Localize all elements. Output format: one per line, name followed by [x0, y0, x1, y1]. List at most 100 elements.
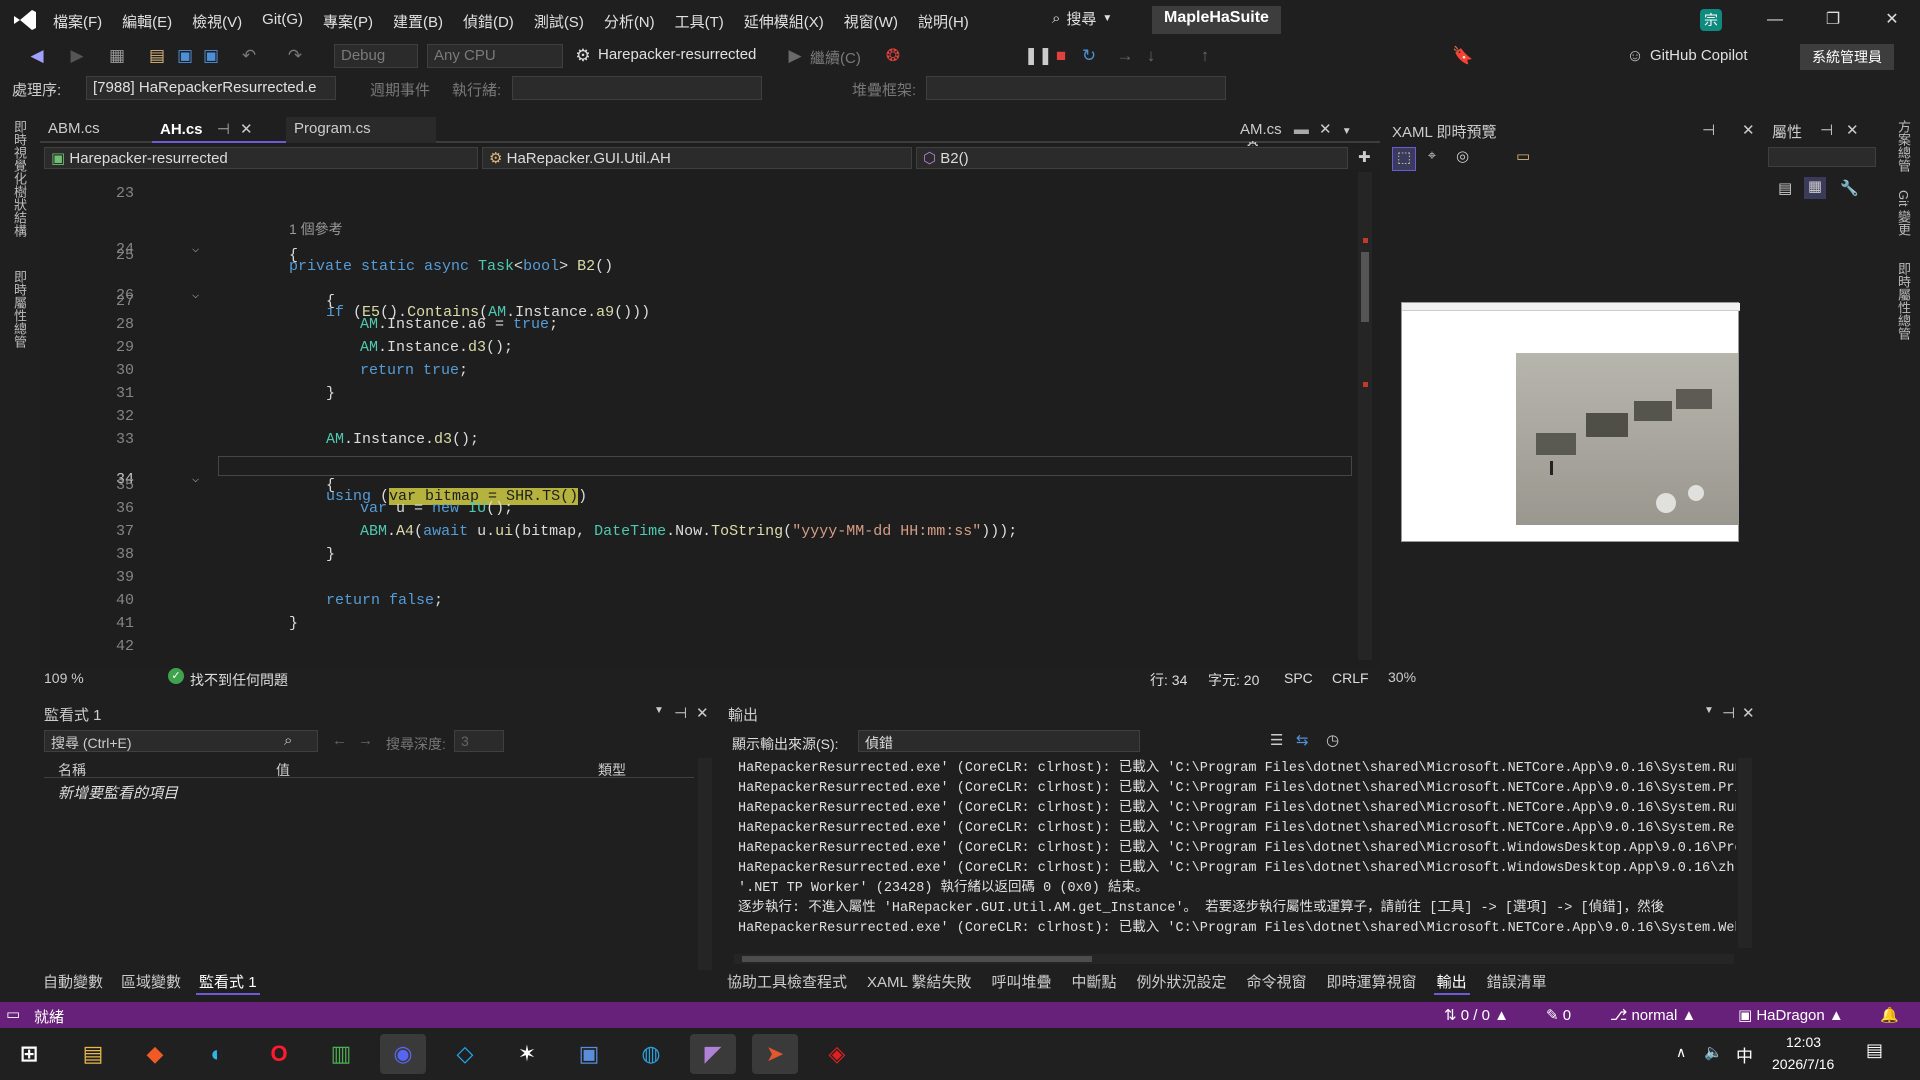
ruler-icon[interactable]: ▭ [1516, 147, 1530, 165]
live-visual-tree-tab[interactable]: 即時視覺化樹狀結構 [10, 120, 29, 237]
menu-test[interactable]: 測試(S) [525, 8, 593, 35]
tab-watch-1[interactable]: 監看式 1 [196, 970, 260, 995]
restore-button[interactable]: ❐ [1818, 6, 1848, 34]
menu-help[interactable]: 說明(H) [909, 8, 978, 35]
tab-xaml-binding-failures[interactable]: XAML 繫結失敗 [864, 970, 974, 995]
search-depth-dropdown[interactable]: 3 [454, 730, 504, 752]
visual-studio-taskbar-icon[interactable]: ◤ [690, 1034, 736, 1074]
chevron-down-icon[interactable]: ▼ [1704, 705, 1714, 716]
xaml-zoom-dropdown[interactable]: 30% [1388, 669, 1468, 689]
clock-icon[interactable]: ◷ [1326, 731, 1339, 749]
tab-accessibility-checker[interactable]: 協助工具檢查程式 [724, 970, 850, 995]
menu-extensions[interactable]: 延伸模組(X) [735, 8, 833, 35]
output-vscrollbar[interactable] [1738, 758, 1752, 948]
tab-output[interactable]: 輸出 [1433, 970, 1470, 995]
red-app-icon[interactable]: ◈ [814, 1034, 860, 1074]
save-icon[interactable]: ▣ [174, 45, 196, 67]
pin-icon[interactable]: ⊣ [1820, 121, 1833, 139]
menu-git[interactable]: Git(G) [253, 8, 312, 35]
close-icon[interactable]: ✕ [1742, 704, 1755, 722]
select-element-icon[interactable]: ⬚ [1392, 147, 1416, 171]
startup-project-dropdown[interactable]: Harepacker-resurrected [598, 46, 756, 63]
menu-window[interactable]: 視窗(W) [835, 8, 907, 35]
steam-like-app-icon[interactable]: ◍ [628, 1034, 674, 1074]
lifecycle-events-label[interactable]: 週期事件 [370, 79, 430, 100]
live-property-explorer-tab[interactable]: 即時屬性總管 [1894, 262, 1913, 340]
vscode-icon[interactable]: ◇ [442, 1034, 488, 1074]
step-out-icon[interactable]: ↑ [1194, 45, 1216, 67]
new-watch-item[interactable]: 新增要監看的項目 [58, 782, 178, 803]
branch-selector[interactable]: ⎇ normal ▲ [1610, 1006, 1696, 1024]
pin-icon[interactable]: ⊣ [1722, 704, 1735, 722]
network-app-icon[interactable]: ▣ [566, 1034, 612, 1074]
stop-icon[interactable]: ■ [1050, 45, 1072, 67]
word-wrap-icon[interactable]: ⇆ [1296, 731, 1309, 749]
stack-frame-dropdown[interactable] [926, 76, 1226, 100]
vine-app-icon[interactable]: ✶ [504, 1034, 550, 1074]
column-name[interactable]: 名稱 [58, 760, 86, 780]
close-tab-icon[interactable]: ✕ [240, 121, 253, 138]
tab-command-window[interactable]: 命令視窗 [1244, 970, 1310, 995]
cursor-column[interactable]: 字元: 20 [1208, 670, 1259, 690]
close-icon[interactable]: ✕ [1846, 121, 1859, 139]
vertical-scrollbar[interactable] [1358, 172, 1372, 660]
codelens-references[interactable]: 1 個參考 [40, 202, 343, 237]
scroll-thumb[interactable] [1361, 252, 1369, 322]
alphabetical-icon[interactable]: ▦ [1804, 177, 1826, 199]
pin-icon[interactable]: ⊣ [1702, 121, 1715, 139]
watch-scrollbar[interactable] [698, 758, 712, 970]
open-folder-icon[interactable]: ▤ [146, 45, 168, 67]
repo-selector[interactable]: ▣ HaDragon ▲ [1738, 1006, 1844, 1024]
class-dropdown[interactable]: ⚙ HaRepacker.GUI.Util.AH [482, 147, 912, 169]
new-project-icon[interactable]: ▦ [106, 45, 128, 67]
solution-explorer-tab[interactable]: 方案總管 [1894, 120, 1913, 172]
scroll-thumb[interactable] [742, 956, 1092, 962]
forward-icon[interactable]: → [358, 732, 373, 749]
menu-build[interactable]: 建置(B) [384, 8, 452, 35]
watch-search-input[interactable]: 搜尋 (Ctrl+E) [44, 730, 318, 752]
categorized-icon[interactable]: ▤ [1778, 179, 1792, 197]
wrench-icon[interactable]: 🔧 [1840, 179, 1859, 197]
output-source-dropdown[interactable]: 偵錯 [858, 730, 1140, 752]
process-dropdown[interactable]: [7988] HaRepackerResurrected.e [86, 76, 336, 100]
cursor-line[interactable]: 行: 34 [1150, 670, 1187, 690]
git-changes-tab[interactable]: Git 變更 [1894, 190, 1913, 236]
minimize-button[interactable]: — [1760, 6, 1790, 34]
tab-locals[interactable]: 區域變數 [118, 970, 184, 995]
menu-edit[interactable]: 編輯(E) [113, 8, 181, 35]
commits-indicator[interactable]: ⇅ 0 / 0 ▲ [1444, 1006, 1509, 1024]
issues-status[interactable]: 找不到任何問題 [190, 670, 288, 690]
save-all-icon[interactable]: ▣ [200, 45, 222, 67]
back-icon[interactable]: ← [332, 732, 347, 749]
chevron-down-icon[interactable]: ▼ [1342, 126, 1352, 137]
close-tab-icon[interactable]: ✕ [1319, 121, 1332, 138]
search-icon[interactable]: ⌕ [284, 732, 292, 749]
clock-time[interactable]: 12:03 [1786, 1034, 1821, 1050]
file-explorer-icon[interactable]: ▤ [70, 1034, 116, 1074]
tab-error-list[interactable]: 錯誤清單 [1484, 970, 1550, 995]
tab-program-cs[interactable]: Program.cs [286, 117, 436, 143]
chat-icon[interactable]: ▭ [6, 1005, 20, 1023]
restart-icon[interactable]: ↻ [1078, 45, 1100, 67]
zoom-dropdown[interactable]: 109 % [44, 670, 84, 686]
speaker-icon[interactable]: 🔈 [1704, 1043, 1723, 1061]
back-icon[interactable]: ◀ [26, 45, 48, 67]
menu-file[interactable]: 檔案(F) [44, 8, 111, 35]
bookmark-icon[interactable]: 🔖 [1452, 45, 1474, 67]
redo-icon[interactable]: ↷ [284, 45, 306, 67]
user-avatar[interactable]: 宗 [1700, 9, 1722, 31]
menu-analyze[interactable]: 分析(N) [595, 8, 664, 35]
ime-indicator[interactable]: 中 [1736, 1042, 1753, 1067]
line-ending[interactable]: CRLF [1332, 670, 1369, 686]
clear-all-icon[interactable]: ☰ [1270, 731, 1283, 749]
step-over-icon[interactable]: → [1114, 45, 1136, 67]
edge-icon[interactable]: ◐ [194, 1034, 240, 1074]
pin-icon[interactable]: ⊣ [217, 121, 230, 138]
object-dropdown[interactable] [1768, 147, 1876, 167]
member-dropdown[interactable]: ⬡ B2() [916, 147, 1348, 169]
platform-dropdown[interactable]: Any CPU [427, 44, 563, 68]
tab-call-stack[interactable]: 呼叫堆疊 [988, 970, 1054, 995]
tab-immediate-window[interactable]: 即時運算視窗 [1324, 970, 1420, 995]
pointer-app-icon[interactable]: ➤ [752, 1034, 798, 1074]
track-focus-icon[interactable]: ◎ [1456, 147, 1469, 165]
